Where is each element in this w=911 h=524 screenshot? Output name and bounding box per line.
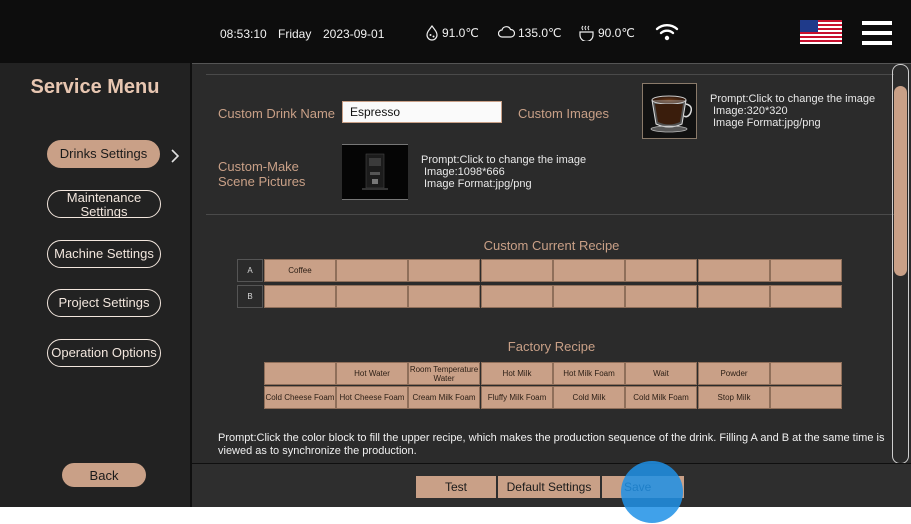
scene-pictures-prompt: Prompt:Click to change the image Image:1…: [421, 154, 586, 190]
prompt-line: Image:1098*666: [424, 166, 505, 178]
sidebar-item-project-settings[interactable]: Project Settings: [47, 289, 161, 317]
clock-time: 08:53:10: [220, 27, 267, 41]
custom-image-picker[interactable]: [642, 83, 697, 139]
recipe-slot[interactable]: [481, 259, 553, 282]
recipe-slot[interactable]: [481, 285, 553, 308]
default-settings-button[interactable]: Default Settings: [498, 476, 600, 498]
factory-recipe-block[interactable]: Stop Milk: [698, 386, 770, 409]
prompt-line: Prompt:Click to change the image: [710, 93, 876, 105]
recipe-slot[interactable]: [698, 259, 770, 282]
weekday: Friday: [278, 27, 312, 41]
scene-picture-picker[interactable]: [342, 144, 408, 200]
recipe-slot[interactable]: [336, 285, 408, 308]
custom-drink-name-input[interactable]: [342, 101, 502, 123]
recipe-slot[interactable]: [698, 285, 770, 308]
factory-recipe-block[interactable]: Powder: [698, 362, 770, 385]
steam-temp: 135.0℃: [498, 25, 562, 40]
prompt-line: Prompt:Click to change the image: [421, 154, 587, 166]
recipe-row-label: B: [237, 285, 263, 308]
scene-pictures-label-line1: Custom-Make: [218, 159, 299, 174]
boiler-icon: [425, 25, 439, 41]
app-screen: 08:53:10 Friday 2023-09-01 91.0℃ 135.0℃ …: [0, 0, 911, 507]
factory-recipe-block[interactable]: Cream Milk Foam: [408, 386, 480, 409]
recipe-slot[interactable]: [553, 285, 625, 308]
coffee-machine-image: [362, 153, 388, 190]
action-bar: Test Default Settings Save: [192, 464, 911, 507]
sidebar-item-machine-settings[interactable]: Machine Settings: [47, 240, 161, 268]
factory-recipe-block[interactable]: Room Temperature Water: [408, 362, 480, 385]
factory-recipe-block[interactable]: [264, 362, 336, 385]
factory-recipe-block[interactable]: Cold Cheese Foam: [264, 386, 336, 409]
steam-icon: [498, 25, 515, 40]
recipe-slot[interactable]: [336, 259, 408, 282]
menu-icon[interactable]: [862, 21, 892, 45]
factory-recipe-title: Factory Recipe: [507, 339, 596, 354]
factory-recipe-block[interactable]: Hot Milk: [481, 362, 553, 385]
sidebar-item-maintenance-settings[interactable]: Maintenance Settings: [47, 190, 161, 218]
water-temp-value: 90.0℃: [598, 26, 635, 40]
custom-images-prompt: Prompt:Click to change the image Image:3…: [710, 93, 875, 129]
factory-recipe-block[interactable]: Cold Milk Foam: [625, 386, 697, 409]
chevron-right-icon: [171, 149, 180, 163]
recipe-row-label: A: [237, 259, 263, 282]
boiler-temp-value: 91.0℃: [442, 26, 479, 40]
test-button[interactable]: Test: [416, 476, 496, 498]
recipe-slot[interactable]: [770, 285, 842, 308]
recipe-slot[interactable]: [408, 285, 480, 308]
steam-temp-value: 135.0℃: [518, 25, 562, 40]
factory-recipe-block[interactable]: Wait: [625, 362, 697, 385]
recipe-slot[interactable]: [264, 285, 336, 308]
espresso-cup-image: [650, 95, 693, 133]
custom-images-label: Custom Images: [518, 106, 610, 121]
recipe-help-prompt: Prompt:Click the color block to fill the…: [218, 432, 885, 457]
factory-recipe-block[interactable]: Fluffy Milk Foam: [481, 386, 553, 409]
drink-settings-panel: Custom Drink Name Custom Images Prompt:C…: [192, 63, 911, 463]
sidebar-item-operation-options[interactable]: Operation Options: [47, 339, 161, 367]
boiler-temp: 91.0℃: [425, 25, 479, 41]
recipe-slot[interactable]: [408, 259, 480, 282]
factory-recipe-block[interactable]: Cold Milk: [553, 386, 625, 409]
prompt-line: Image:320*320: [713, 105, 788, 117]
factory-recipe-block[interactable]: Hot Milk Foam: [553, 362, 625, 385]
scrollbar-thumb[interactable]: [894, 86, 907, 276]
sidebar-title: Service Menu: [30, 76, 160, 98]
touch-indicator: [621, 461, 683, 523]
water-icon: [578, 25, 595, 41]
date: 2023-09-01: [323, 27, 385, 41]
divider: [206, 214, 894, 215]
divider: [206, 74, 894, 75]
recipe-slot[interactable]: [625, 259, 697, 282]
prompt-line: Image Format:jpg/png: [424, 178, 532, 190]
sidebar-item-drinks-settings[interactable]: Drinks Settings: [47, 140, 160, 168]
factory-recipe-block[interactable]: [770, 386, 842, 409]
factory-recipe-block[interactable]: Hot Cheese Foam: [336, 386, 408, 409]
factory-recipe-block[interactable]: [770, 362, 842, 385]
wifi-icon: [655, 23, 679, 41]
recipe-slot[interactable]: [770, 259, 842, 282]
status-bar: 08:53:10 Friday 2023-09-01 91.0℃ 135.0℃ …: [0, 0, 911, 63]
back-button[interactable]: Back: [62, 463, 146, 487]
recipe-slot[interactable]: [625, 285, 697, 308]
recipe-slot[interactable]: Coffee: [264, 259, 336, 282]
prompt-line: Image Format:jpg/png: [713, 117, 821, 129]
custom-current-recipe-title: Custom Current Recipe: [483, 238, 620, 253]
sidebar: Service Menu Drinks Settings Maintenance…: [0, 63, 190, 507]
us-flag-icon[interactable]: [800, 20, 842, 44]
water-temp: 90.0℃: [578, 25, 635, 41]
custom-drink-name-label: Custom Drink Name: [218, 106, 336, 121]
scene-pictures-label-line2: Scene Pictures: [218, 174, 306, 189]
factory-recipe-block[interactable]: Hot Water: [336, 362, 408, 385]
recipe-slot[interactable]: [553, 259, 625, 282]
